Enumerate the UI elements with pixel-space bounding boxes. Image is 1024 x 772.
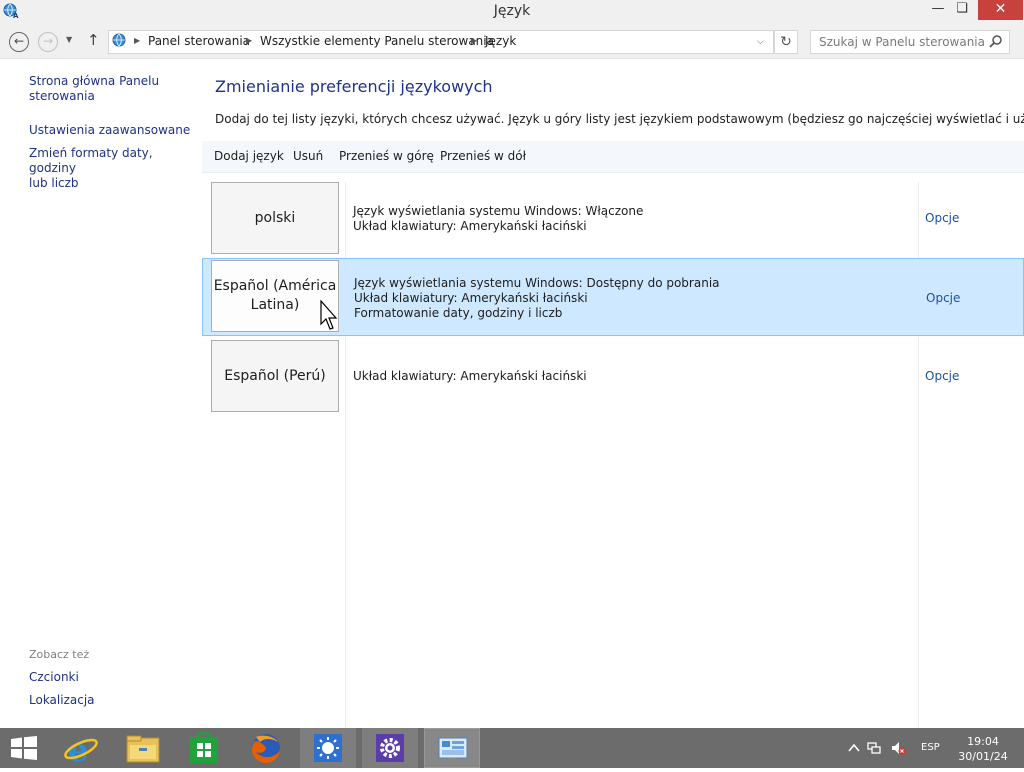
refresh-button[interactable]: ↻: [774, 30, 798, 54]
move-up-button[interactable]: Przenieś w górę: [339, 149, 434, 163]
taskbar-brightness-app[interactable]: [300, 728, 356, 768]
language-name: polski: [254, 209, 296, 226]
window-title: Język: [493, 3, 531, 19]
sidebar-link-line: Strona główna Panelu: [29, 74, 160, 88]
language-detail-line: Układ klawiatury: Amerykański łaciński: [353, 369, 587, 383]
sidebar-link-line: sterowania: [29, 89, 95, 103]
remove-button[interactable]: Usuń: [293, 149, 323, 163]
breadcrumb-jezyk[interactable]: Język: [485, 34, 516, 48]
language-options-link[interactable]: Opcje: [925, 369, 959, 383]
file-explorer-icon: [126, 735, 160, 763]
language-detail-line: Język wyświetlania systemu Windows: Włąc…: [353, 204, 644, 218]
title-bar: A Język — ❏ ✕: [0, 0, 1024, 24]
start-icon[interactable]: [10, 736, 38, 760]
language-row-polski[interactable]: polski Język wyświetlania systemu Window…: [202, 182, 1024, 254]
clock-time: 19:04: [967, 735, 999, 748]
page-title: Zmienianie preferencji językowych: [215, 77, 493, 96]
add-language-button[interactable]: Dodaj język: [214, 149, 284, 163]
language-detail-line: Układ klawiatury: Amerykański łaciński: [353, 219, 587, 233]
sidebar-link-change-formats[interactable]: Zmień formaty daty, godziny lub liczb: [29, 146, 194, 191]
minimize-button[interactable]: —: [926, 0, 950, 20]
address-bar: ← → ▼ ↑ ▶ Panel sterowania ▶ Wszystkie e…: [0, 24, 1024, 59]
breadcrumb-panel-sterowania[interactable]: Panel sterowania: [148, 34, 250, 48]
taskbar-firefox[interactable]: [238, 728, 294, 768]
firefox-icon: [251, 734, 280, 764]
breadcrumb-separator-icon[interactable]: ▶: [246, 36, 252, 45]
taskbar-internet-explorer[interactable]: e: [54, 728, 110, 769]
language-tile[interactable]: Español (Perú): [211, 340, 339, 412]
taskbar-control-panel[interactable]: [424, 728, 480, 768]
language-detail-line: Układ klawiatury: Amerykański łaciński: [354, 291, 588, 305]
search-placeholder: Szukaj w Panelu sterowania: [819, 35, 985, 49]
language-name: Español (Perú): [224, 367, 326, 384]
breadcrumb-separator-icon[interactable]: ▶: [471, 36, 477, 45]
show-hidden-icons-icon[interactable]: [846, 740, 862, 756]
brightness-icon: [314, 734, 342, 762]
address-field[interactable]: ▶ Panel sterowania ▶ Wszystkie elementy …: [108, 30, 774, 54]
control-panel-icon: [438, 737, 468, 762]
language-name: Español (América: [213, 278, 337, 294]
language-name: Latina): [250, 297, 300, 313]
language-details: Układ klawiatury: Amerykański łaciński: [353, 369, 587, 384]
internet-explorer-icon: e: [64, 731, 98, 769]
sidebar-link-control-panel-home[interactable]: Strona główna Panelu sterowania: [29, 74, 194, 104]
sidebar-link-fonts[interactable]: Czcionki: [29, 670, 194, 685]
search-icon[interactable]: [989, 34, 1003, 48]
clock[interactable]: 19:04 30/01/24: [950, 734, 1016, 764]
clock-date: 30/01/24: [958, 750, 1008, 763]
language-details: Język wyświetlania systemu Windows: Dost…: [354, 276, 720, 321]
language-options-link[interactable]: Opcje: [925, 211, 959, 225]
language-tile[interactable]: polski: [211, 182, 339, 254]
language-details: Język wyświetlania systemu Windows: Włąc…: [353, 204, 643, 234]
svg-text:e: e: [68, 731, 88, 768]
language-options-link[interactable]: Opcje: [926, 291, 960, 305]
sidebar-link-advanced-settings[interactable]: Ustawienia zaawansowane: [29, 123, 194, 138]
store-icon: [190, 731, 218, 763]
close-button[interactable]: ✕: [978, 0, 1023, 20]
page-description: Dodaj do tej listy języki, których chces…: [215, 112, 1024, 126]
language-row-espanol-peru[interactable]: Español (Perú) Układ klawiatury: Ameryka…: [202, 340, 1024, 412]
sidebar-link-location[interactable]: Lokalizacja: [29, 693, 194, 708]
recent-locations-chevron-down-icon[interactable]: ▼: [66, 35, 72, 44]
taskbar-file-explorer[interactable]: [115, 728, 171, 768]
see-also-heading: Zobacz też: [29, 648, 90, 661]
language-toolbar: Dodaj język Usuń Przenieś w górę Przenie…: [202, 141, 1024, 173]
taskbar-settings[interactable]: [362, 728, 418, 768]
taskbar: e ESP 19:04 30/01/24: [0, 728, 1024, 769]
input-language-indicator[interactable]: ESP: [921, 742, 940, 753]
network-icon[interactable]: [866, 740, 882, 756]
language-globe-icon: [112, 33, 126, 47]
back-button[interactable]: ←: [9, 32, 29, 52]
mouse-cursor-icon: [320, 300, 338, 330]
maximize-button[interactable]: ❏: [950, 0, 974, 20]
breadcrumb-separator-icon[interactable]: ▶: [134, 36, 140, 45]
language-detail-line: Formatowanie daty, godziny i liczb: [354, 306, 563, 320]
sidebar-link-line: lub liczb: [29, 176, 79, 190]
sidebar-link-line: Ustawienia zaawansowane: [29, 123, 191, 137]
sidebar-link-line: Zmień formaty daty, godziny: [29, 146, 153, 175]
search-input[interactable]: Szukaj w Panelu sterowania: [810, 30, 1010, 54]
breadcrumb-all-items[interactable]: Wszystkie elementy Panelu sterowania: [260, 34, 494, 48]
move-down-button[interactable]: Przenieś w dół: [440, 149, 526, 163]
settings-gear-icon: [376, 734, 404, 762]
language-detail-line: Język wyświetlania systemu Windows: Dost…: [354, 276, 720, 290]
volume-muted-icon[interactable]: [890, 740, 906, 756]
forward-button[interactable]: →: [38, 32, 58, 52]
taskbar-store[interactable]: [176, 728, 232, 768]
up-arrow-icon[interactable]: ↑: [87, 31, 100, 49]
address-history-chevron-down-icon[interactable]: ⌵: [757, 37, 764, 47]
